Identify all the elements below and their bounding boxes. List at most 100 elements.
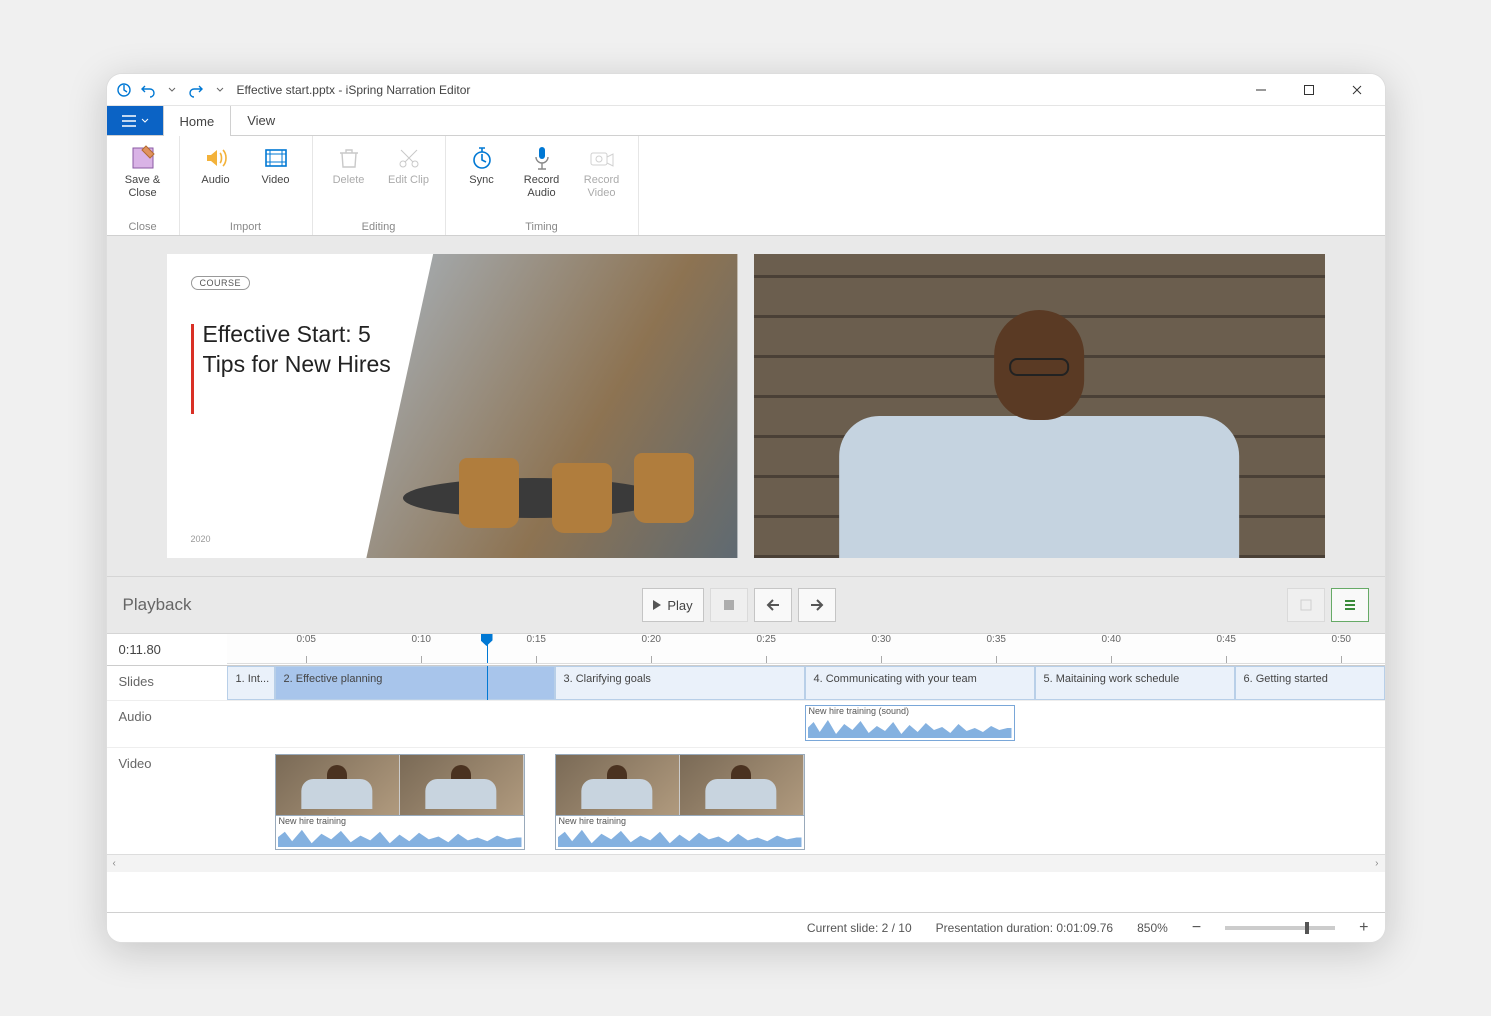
- ribbon-group-close: Save & Close Close: [107, 136, 180, 235]
- preview-mode-b-button[interactable]: [1331, 588, 1369, 622]
- close-button[interactable]: [1337, 76, 1377, 104]
- prev-button[interactable]: [754, 588, 792, 622]
- play-icon: [653, 600, 661, 610]
- audio-clip[interactable]: New hire training (sound): [805, 705, 1015, 741]
- video-row-label: Video: [107, 748, 227, 854]
- tab-strip: Home View: [107, 106, 1385, 136]
- ruler-tick: 0:40: [1102, 634, 1121, 645]
- duration-status: Presentation duration: 0:01:09.76: [936, 921, 1113, 935]
- accent-bar: [191, 324, 194, 414]
- redo-icon[interactable]: [187, 81, 205, 99]
- ruler-tick: 0:15: [527, 634, 546, 645]
- video-track[interactable]: New hire training New hire training: [227, 748, 1385, 854]
- slide-block[interactable]: 5. Maitaining work schedule: [1035, 666, 1235, 700]
- slide-block[interactable]: 4. Communicating with your team: [805, 666, 1035, 700]
- horizontal-scrollbar[interactable]: ‹›: [107, 854, 1385, 872]
- clip-label: New hire training (sound): [806, 706, 913, 716]
- zoom-in-button[interactable]: +: [1359, 919, 1368, 937]
- audio-row-label: Audio: [107, 701, 227, 747]
- play-button[interactable]: Play: [642, 588, 703, 622]
- arrow-right-icon: [810, 599, 824, 611]
- zoom-slider[interactable]: [1225, 926, 1335, 930]
- ribbon-group-editing: Delete Edit Clip Editing: [313, 136, 446, 235]
- app-window: Effective start.pptx - iSpring Narration…: [106, 73, 1386, 943]
- ruler-tick: 0:25: [757, 634, 776, 645]
- office-photo: [366, 254, 737, 558]
- file-menu[interactable]: [107, 106, 163, 135]
- list-icon: [1343, 598, 1357, 612]
- slide-block[interactable]: 2. Effective planning: [275, 666, 555, 700]
- edit-clip-button: Edit Clip: [383, 140, 435, 187]
- status-bar: Current slide: 2 / 10 Presentation durat…: [107, 912, 1385, 942]
- preview-area: COURSE Effective Start: 5 Tips for New H…: [107, 236, 1385, 576]
- film-icon: [262, 144, 290, 172]
- timecode-label: 0:11.80: [107, 634, 227, 665]
- ruler-tick: 0:10: [412, 634, 431, 645]
- camera-icon: [588, 144, 616, 172]
- save-close-button[interactable]: Save & Close: [117, 140, 169, 200]
- sync-button[interactable]: Sync: [456, 140, 508, 187]
- import-audio-button[interactable]: Audio: [190, 140, 242, 187]
- window-title: Effective start.pptx - iSpring Narration…: [237, 83, 471, 97]
- trash-icon: [335, 144, 363, 172]
- course-pill: COURSE: [191, 276, 251, 290]
- video-clip[interactable]: New hire training: [555, 754, 805, 850]
- clip-label: New hire training: [556, 816, 630, 826]
- record-audio-button[interactable]: Record Audio: [516, 140, 568, 200]
- quick-access-toolbar: [115, 81, 229, 99]
- timeline: 0:11.80 0:050:100:150:200:250:300:350:40…: [107, 634, 1385, 912]
- zoom-percent: 850%: [1137, 921, 1168, 935]
- ribbon-group-timing: Sync Record Audio Record Video Timing: [446, 136, 639, 235]
- maximize-button[interactable]: [1289, 76, 1329, 104]
- slide-block[interactable]: 3. Clarifying goals: [555, 666, 805, 700]
- arrow-left-icon: [766, 599, 780, 611]
- slide-title: Effective Start: 5 Tips for New Hires: [203, 320, 413, 380]
- stop-icon: [724, 600, 734, 610]
- stopwatch-icon: [468, 144, 496, 172]
- waveform: [808, 718, 1012, 738]
- minimize-button[interactable]: [1241, 76, 1281, 104]
- waveform: [278, 828, 522, 847]
- slide-year: 2020: [191, 534, 211, 544]
- thumbnail-strip: [276, 755, 524, 815]
- thumbnail-strip: [556, 755, 804, 815]
- audio-track[interactable]: New hire training (sound): [227, 701, 1385, 747]
- microphone-icon: [528, 144, 556, 172]
- ribbon-group-import: Audio Video Import: [180, 136, 313, 235]
- slide-preview[interactable]: COURSE Effective Start: 5 Tips for New H…: [167, 254, 738, 558]
- tab-home[interactable]: Home: [163, 106, 232, 136]
- slides-row-label: Slides: [107, 666, 227, 700]
- caret-down-icon[interactable]: [211, 81, 229, 99]
- speaker-icon: [202, 144, 230, 172]
- slide-block[interactable]: 6. Getting started: [1235, 666, 1385, 700]
- waveform: [558, 828, 802, 847]
- presentation-icon[interactable]: [115, 81, 133, 99]
- record-video-button: Record Video: [576, 140, 628, 200]
- video-clip[interactable]: New hire training: [275, 754, 525, 850]
- ruler-tick: 0:45: [1217, 634, 1236, 645]
- square-icon: [1299, 598, 1313, 612]
- next-button[interactable]: [798, 588, 836, 622]
- save-close-icon: [129, 144, 157, 172]
- clip-label: New hire training: [276, 816, 350, 826]
- ruler-tick: 0:05: [297, 634, 316, 645]
- caret-down-icon[interactable]: [163, 81, 181, 99]
- ribbon: Save & Close Close Audio Video Import: [107, 136, 1385, 236]
- title-bar: Effective start.pptx - iSpring Narration…: [107, 74, 1385, 106]
- playhead[interactable]: [487, 634, 488, 663]
- undo-icon[interactable]: [139, 81, 157, 99]
- zoom-out-button[interactable]: −: [1192, 919, 1201, 937]
- ruler-tick: 0:50: [1332, 634, 1351, 645]
- preview-mode-a-button: [1287, 588, 1325, 622]
- slides-track[interactable]: 1. Int...2. Effective planning3. Clarify…: [227, 666, 1385, 700]
- current-slide-status: Current slide: 2 / 10: [807, 921, 912, 935]
- ruler-tick: 0:35: [987, 634, 1006, 645]
- playback-label: Playback: [123, 595, 192, 615]
- tab-view[interactable]: View: [231, 106, 292, 135]
- slide-block[interactable]: 1. Int...: [227, 666, 275, 700]
- import-video-button[interactable]: Video: [250, 140, 302, 187]
- time-ruler[interactable]: 0:050:100:150:200:250:300:350:400:450:50: [227, 634, 1385, 664]
- stop-button: [710, 588, 748, 622]
- playback-bar: Playback Play: [107, 576, 1385, 634]
- video-preview[interactable]: [754, 254, 1325, 558]
